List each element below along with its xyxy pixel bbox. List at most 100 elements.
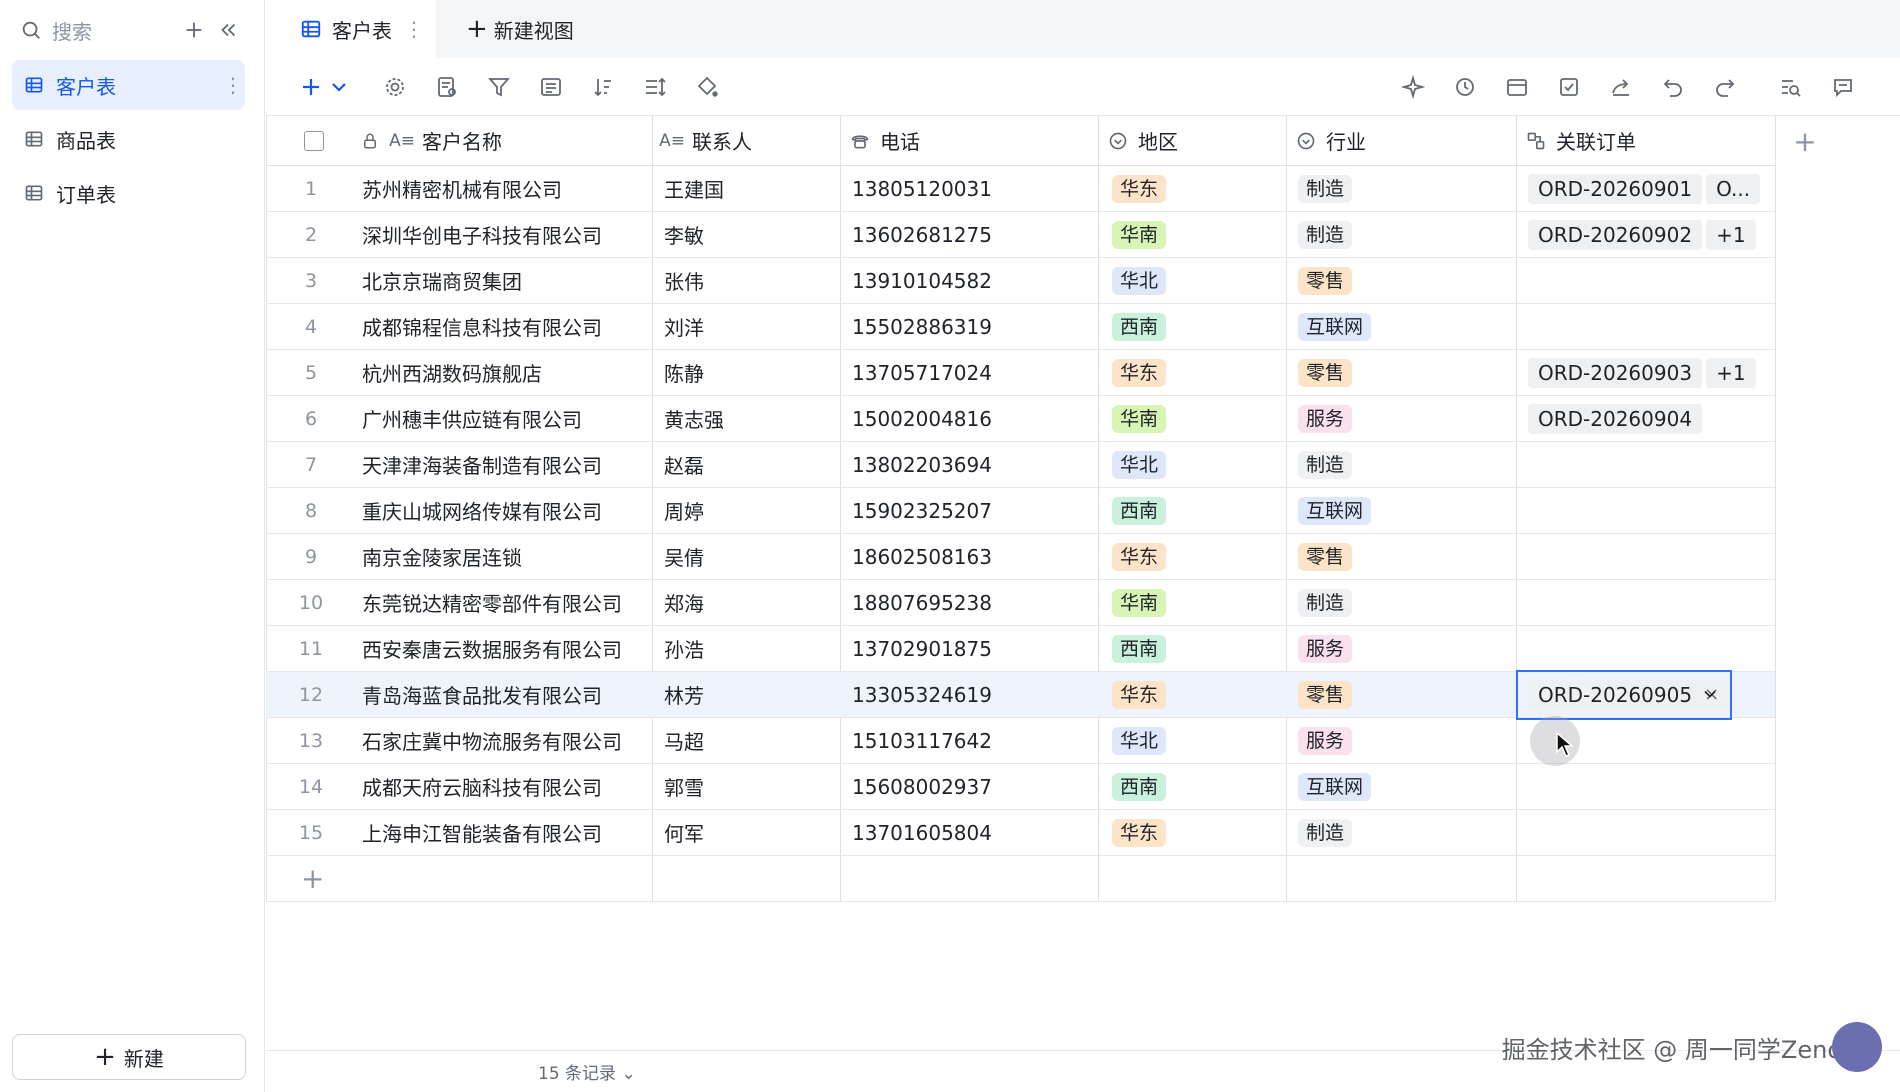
cell-contact[interactable]: 郑海 bbox=[664, 580, 834, 625]
table-row[interactable]: 2 深圳华创电子科技有限公司 李敏 13602681275 华南 制造 ORD-202609… bbox=[266, 212, 1775, 258]
column-header-orders[interactable]: 关联订单 bbox=[1524, 116, 1764, 166]
cell-region[interactable]: 华南 bbox=[1112, 580, 1282, 625]
cell-linked-orders[interactable]: ORD-20260901 O... bbox=[1528, 166, 1772, 211]
cell-contact[interactable]: 李敏 bbox=[664, 212, 834, 257]
order-chip[interactable]: ORD-20260902 bbox=[1528, 219, 1703, 250]
fill-color-icon[interactable] bbox=[690, 70, 724, 104]
new-table-button[interactable]: + 新建 bbox=[12, 1034, 246, 1080]
order-chip[interactable]: ORD-20260903 bbox=[1528, 357, 1703, 388]
cell-phone[interactable]: 13802203694 bbox=[852, 442, 1092, 487]
tab-more-icon[interactable]: ⋮ bbox=[404, 17, 424, 41]
cell-linked-orders[interactable] bbox=[1528, 810, 1772, 855]
history-icon[interactable] bbox=[1448, 70, 1482, 104]
cell-linked-orders[interactable] bbox=[1528, 764, 1772, 809]
cell-phone[interactable]: 15902325207 bbox=[852, 488, 1092, 533]
cell-contact[interactable]: 郭雪 bbox=[664, 764, 834, 809]
share-icon[interactable] bbox=[1604, 70, 1638, 104]
cell-customer-name[interactable]: 天津津海装备制造有限公司 bbox=[362, 442, 646, 487]
cell-region[interactable]: 华北 bbox=[1112, 258, 1282, 303]
cell-linked-orders[interactable]: ORD-20260902 +1 bbox=[1528, 212, 1772, 257]
cell-region[interactable]: 华南 bbox=[1112, 212, 1282, 257]
cell-customer-name[interactable]: 北京京瑞商贸集团 bbox=[362, 258, 646, 303]
cell-phone[interactable]: 15103117642 bbox=[852, 718, 1092, 763]
cell-customer-name[interactable]: 青岛海蓝食品批发有限公司 bbox=[362, 672, 646, 717]
sort-icon[interactable] bbox=[586, 70, 620, 104]
cell-phone[interactable]: 13602681275 bbox=[852, 212, 1092, 257]
cell-customer-name[interactable]: 成都锦程信息科技有限公司 bbox=[362, 304, 646, 349]
table-row[interactable]: 10 东莞锐达精密零部件有限公司 郑海 18807695238 华南 制造 bbox=[266, 580, 1775, 626]
cell-customer-name[interactable]: 西安秦唐云数据服务有限公司 bbox=[362, 626, 646, 671]
cell-phone[interactable]: 13910104582 bbox=[852, 258, 1092, 303]
cell-industry[interactable]: 制造 bbox=[1298, 810, 1508, 855]
cell-region[interactable]: 华东 bbox=[1112, 810, 1282, 855]
table-row[interactable]: 1 苏州精密机械有限公司 王建国 13805120031 华东 制造 ORD-2026090… bbox=[266, 166, 1775, 212]
cell-industry[interactable]: 制造 bbox=[1298, 442, 1508, 487]
cell-region[interactable]: 西南 bbox=[1112, 626, 1282, 671]
cell-contact[interactable]: 陈静 bbox=[664, 350, 834, 395]
cell-customer-name[interactable]: 杭州西湖数码旗舰店 bbox=[362, 350, 646, 395]
cell-region[interactable]: 华南 bbox=[1112, 396, 1282, 441]
cell-industry[interactable]: 互联网 bbox=[1298, 764, 1508, 809]
cell-customer-name[interactable]: 深圳华创电子科技有限公司 bbox=[362, 212, 646, 257]
cell-phone[interactable]: 13805120031 bbox=[852, 166, 1092, 211]
cell-phone[interactable]: 13705717024 bbox=[852, 350, 1092, 395]
group-icon[interactable] bbox=[534, 70, 568, 104]
table-row[interactable]: 3 北京京瑞商贸集团 张伟 13910104582 华北 零售 bbox=[266, 258, 1775, 304]
cell-phone[interactable]: 15502886319 bbox=[852, 304, 1092, 349]
cell-customer-name[interactable]: 南京金陵家居连锁 bbox=[362, 534, 646, 579]
cell-contact[interactable]: 黄志强 bbox=[664, 396, 834, 441]
table-row[interactable]: 5 杭州西湖数码旗舰店 陈静 13705717024 华东 零售 ORD-20260903 +… bbox=[266, 350, 1775, 396]
cell-linked-orders[interactable] bbox=[1528, 304, 1772, 349]
cell-linked-orders[interactable] bbox=[1528, 442, 1772, 487]
cell-linked-orders[interactable]: ORD-20260903 +1 bbox=[1528, 350, 1772, 395]
cell-region[interactable]: 华东 bbox=[1112, 166, 1282, 211]
search-records-icon[interactable] bbox=[1774, 70, 1808, 104]
cell-industry[interactable]: 制造 bbox=[1298, 580, 1508, 625]
cell-phone[interactable]: 13702901875 bbox=[852, 626, 1092, 671]
cell-region[interactable]: 西南 bbox=[1112, 764, 1282, 809]
select-all-checkbox[interactable] bbox=[304, 116, 334, 166]
cell-region[interactable]: 华东 bbox=[1112, 534, 1282, 579]
cell-industry[interactable]: 服务 bbox=[1298, 396, 1508, 441]
cell-region[interactable]: 西南 bbox=[1112, 488, 1282, 533]
sidebar-search[interactable]: 搜索 bbox=[20, 12, 245, 48]
cell-region[interactable]: 华北 bbox=[1112, 718, 1282, 763]
cell-region[interactable]: 华北 bbox=[1112, 442, 1282, 487]
cell-industry[interactable]: 零售 bbox=[1298, 672, 1508, 717]
cell-contact[interactable]: 赵磊 bbox=[664, 442, 834, 487]
add-column-button[interactable]: + bbox=[1775, 116, 1835, 166]
cell-contact[interactable]: 王建国 bbox=[664, 166, 834, 211]
table-row[interactable]: 12 青岛海蓝食品批发有限公司 林芳 13305324619 华东 零售 ORD-20260… bbox=[266, 670, 1775, 720]
cell-customer-name[interactable]: 重庆山城网络传媒有限公司 bbox=[362, 488, 646, 533]
cell-industry[interactable]: 互联网 bbox=[1298, 304, 1508, 349]
cell-linked-orders[interactable] bbox=[1528, 534, 1772, 579]
cell-industry[interactable]: 服务 bbox=[1298, 718, 1508, 763]
comment-icon[interactable] bbox=[1826, 70, 1860, 104]
cell-industry[interactable]: 制造 bbox=[1298, 166, 1508, 211]
record-count[interactable]: 15 条记录 ⌄ bbox=[538, 1059, 636, 1084]
cell-phone[interactable]: 13305324619 bbox=[852, 672, 1092, 717]
add-row-button[interactable]: + bbox=[266, 856, 1775, 902]
cell-industry[interactable]: 制造 bbox=[1298, 212, 1508, 257]
cell-contact[interactable]: 何军 bbox=[664, 810, 834, 855]
cell-region[interactable]: 华东 bbox=[1112, 672, 1282, 717]
cell-phone[interactable]: 18602508163 bbox=[852, 534, 1092, 579]
row-height-icon[interactable] bbox=[638, 70, 672, 104]
cell-contact[interactable]: 周婷 bbox=[664, 488, 834, 533]
order-chip[interactable]: ORD-20260901 bbox=[1528, 173, 1703, 204]
new-view-button[interactable]: + 新建视图 bbox=[466, 0, 574, 58]
tab-customers[interactable]: 客户表 ⋮ bbox=[266, 0, 436, 58]
cell-contact[interactable]: 刘洋 bbox=[664, 304, 834, 349]
order-chip[interactable]: +1 bbox=[1706, 219, 1756, 250]
search-placeholder[interactable]: 搜索 bbox=[52, 16, 177, 45]
active-cell-editor[interactable] bbox=[1516, 670, 1732, 720]
order-chip[interactable]: +1 bbox=[1706, 357, 1756, 388]
add-icon[interactable] bbox=[177, 13, 211, 47]
cell-phone[interactable]: 15608002937 bbox=[852, 764, 1092, 809]
cell-linked-orders[interactable] bbox=[1528, 488, 1772, 533]
column-header-industry[interactable]: 行业 bbox=[1294, 116, 1474, 166]
chevron-down-icon[interactable] bbox=[322, 70, 356, 104]
field-config-icon[interactable] bbox=[430, 70, 464, 104]
cell-linked-orders[interactable] bbox=[1528, 580, 1772, 625]
cell-industry[interactable]: 零售 bbox=[1298, 350, 1508, 395]
